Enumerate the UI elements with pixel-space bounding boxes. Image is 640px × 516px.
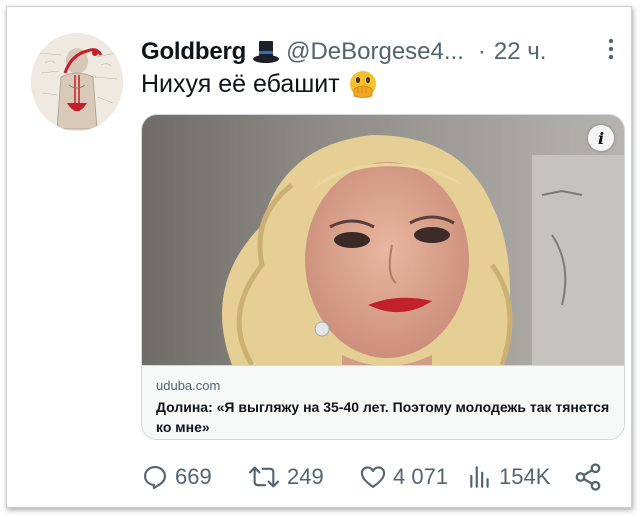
views-chart-icon <box>470 466 489 488</box>
tweet-text: Нихуя её ебашит <box>141 69 340 98</box>
retweet-button[interactable]: 249 <box>247 459 324 495</box>
link-preview-card[interactable]: i uduba.com Долина: «Я выгляжу на 35-40 … <box>141 114 625 440</box>
reply-count: 669 <box>175 464 212 489</box>
like-button[interactable]: 4 071 <box>359 459 448 495</box>
face-with-open-eyes-and-hand-over-mouth-emoji-icon <box>348 69 378 99</box>
like-count: 4 071 <box>393 464 449 489</box>
tweet-timestamp[interactable]: 22 ч. <box>494 38 547 66</box>
more-options-icon[interactable] <box>607 37 615 61</box>
author-name[interactable]: Goldberg <box>141 38 246 66</box>
reply-icon <box>144 466 166 490</box>
reply-button[interactable]: 669 <box>141 459 212 495</box>
tweet-header: Goldberg @DeBorgese4... · 22 ч. <box>141 35 546 69</box>
card-footer[interactable]: uduba.com Долина: «Я выгляжу на 35-40 ле… <box>142 365 624 439</box>
top-hat-emoji-icon <box>252 39 280 65</box>
action-bar: 669 249 4 071 154K <box>141 459 611 495</box>
author-handle[interactable]: @DeBorgese4... <box>286 38 464 66</box>
avatar[interactable] <box>31 33 123 131</box>
card-image[interactable]: i <box>142 115 624 367</box>
separator-dot: · <box>477 38 486 65</box>
retweet-count: 249 <box>287 464 324 489</box>
tweet-frame: Goldberg @DeBorgese4... · 22 ч. Нихуя её… <box>6 6 632 508</box>
heart-icon <box>360 466 386 488</box>
share-button[interactable] <box>573 459 609 495</box>
tweet-text-row: Нихуя её ебашит <box>141 69 378 99</box>
share-icon <box>575 463 601 491</box>
retweet-icon <box>248 466 280 488</box>
views-button[interactable]: 154K <box>467 459 550 495</box>
card-domain: uduba.com <box>156 378 221 393</box>
card-title: Долина: «Я выгляжу на 35-40 лет. Поэтому… <box>156 399 610 435</box>
info-icon[interactable]: i <box>588 125 614 151</box>
views-count: 154K <box>499 464 551 489</box>
